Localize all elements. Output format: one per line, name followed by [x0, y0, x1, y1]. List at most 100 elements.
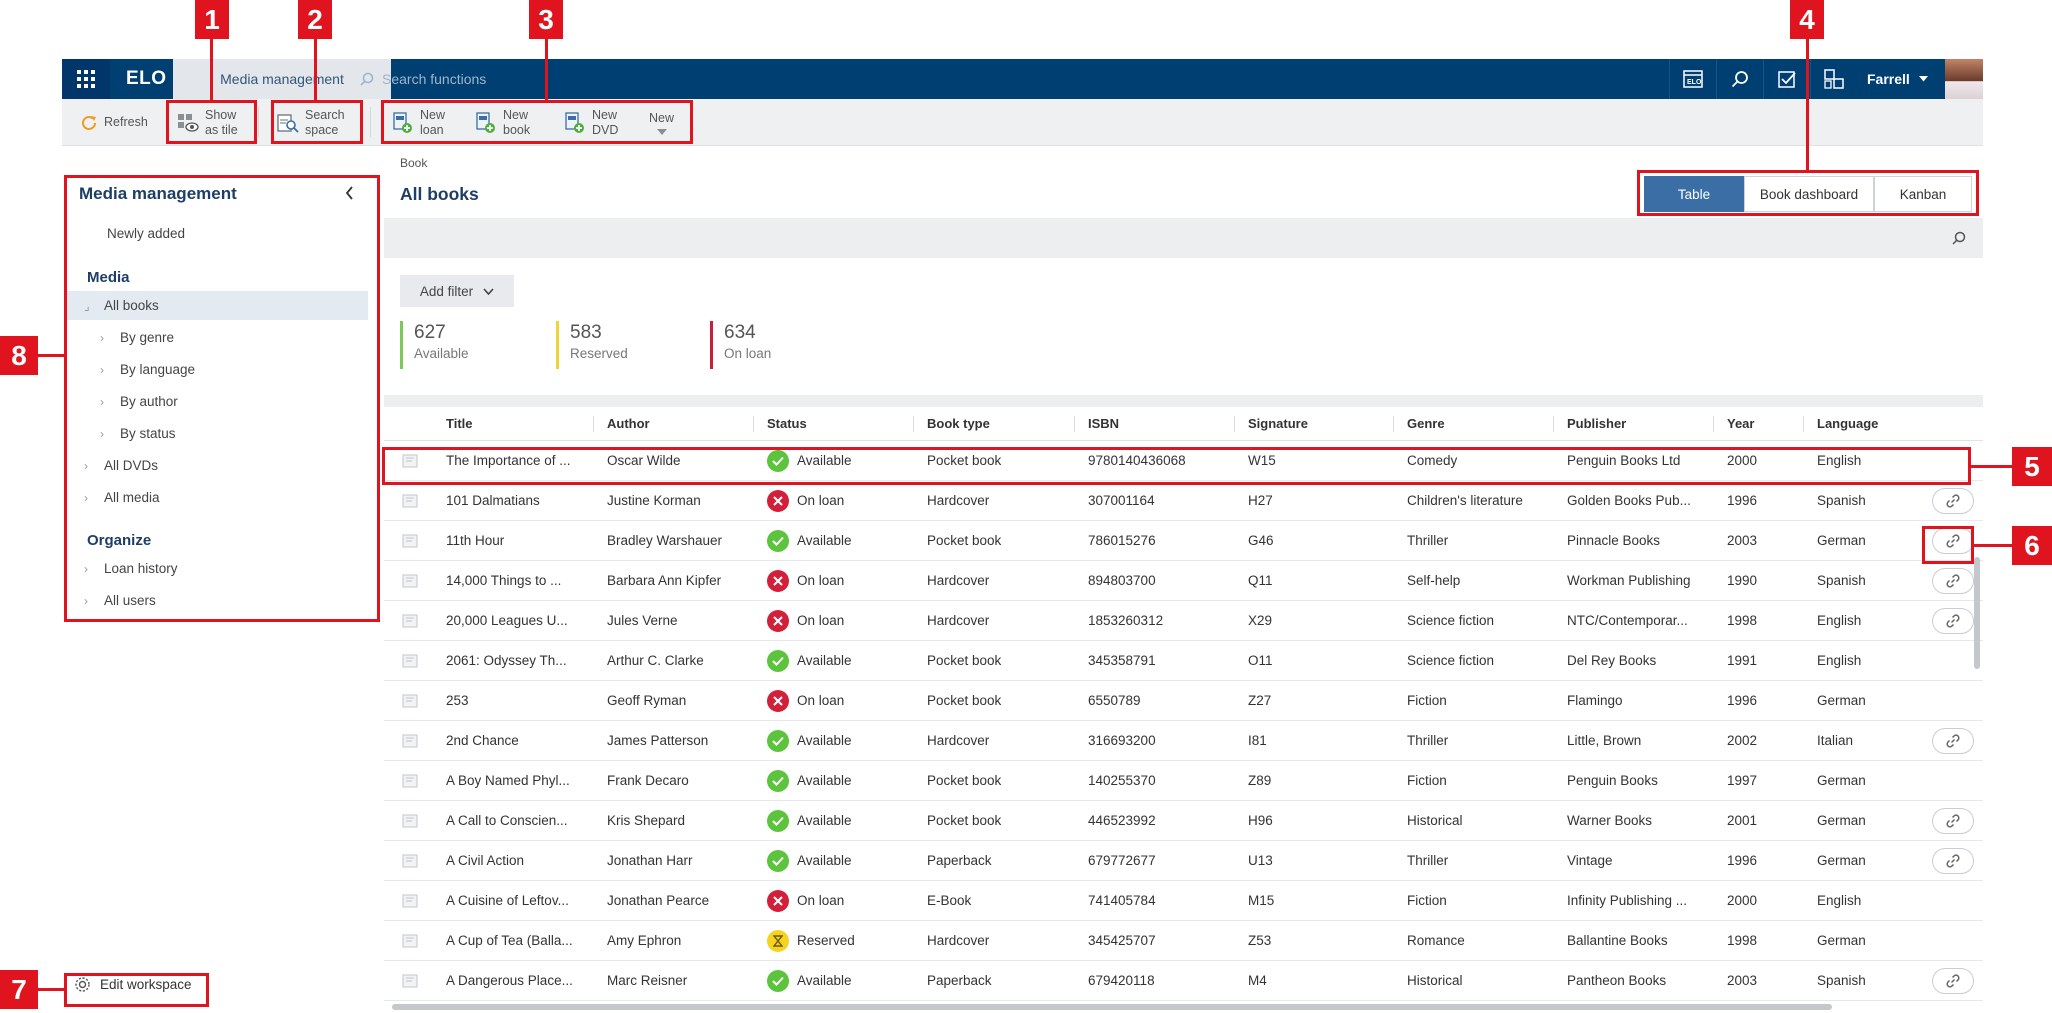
cell-type: Hardcover [927, 733, 990, 748]
available-check-icon [767, 730, 789, 752]
table-row[interactable]: A Cuisine of Leftov... Jonathan Pearce On … [384, 881, 1983, 921]
avatar[interactable] [1945, 59, 1983, 99]
search-icon[interactable] [1952, 231, 1966, 245]
cell-author: Jonathan Pearce [607, 893, 710, 908]
table-row[interactable]: 2061: Odyssey Th... Arthur C. Clarke Avail… [384, 641, 1983, 681]
cell-lang: Italian [1817, 733, 1854, 748]
kpi-reserved[interactable]: 583 Reserved [556, 321, 628, 369]
cell-sig: I81 [1248, 733, 1267, 748]
search-icon[interactable] [1716, 59, 1763, 99]
cell-title: A Boy Named Phyl... [446, 773, 570, 788]
cell-year: 1990 [1727, 573, 1758, 588]
link-icon [1946, 854, 1960, 868]
table-row[interactable]: 253 Geoff Ryman On loan Pocket book 6550789 Z… [384, 681, 1983, 721]
table-row[interactable]: A Civil Action Jonathan Harr Available Pape… [384, 841, 1983, 881]
on-loan-x-icon [767, 490, 789, 512]
cell-isbn: 786015276 [1088, 533, 1156, 548]
column-header-book-type[interactable]: Book type [927, 407, 990, 441]
cell-publisher: Golden Books Pub... [1567, 493, 1691, 508]
table-row[interactable]: 14,000 Things to ... Barbara Ann Kipfer On… [384, 561, 1983, 601]
cell-genre: Thriller [1407, 533, 1449, 548]
column-header-year[interactable]: Year [1727, 407, 1754, 441]
table-row[interactable]: A Cup of Tea (Balla... Amy Ephron Reserved… [384, 921, 1983, 961]
status-cell: Available [767, 841, 907, 881]
link-button[interactable] [1932, 968, 1974, 994]
book-icon [402, 774, 418, 788]
table-row[interactable]: 20,000 Leagues U... Jules Verne On loan Har… [384, 601, 1983, 641]
cell-isbn: 307001164 [1088, 493, 1155, 508]
top-bar: ELO Media management Search functions EL… [62, 59, 1983, 99]
callout-badge-1: 1 [195, 0, 229, 39]
apps-grid-icon[interactable] [62, 59, 110, 99]
cell-sig: M4 [1248, 973, 1267, 988]
cell-publisher: Workman Publishing [1567, 573, 1691, 588]
cell-genre: Children's literature [1407, 493, 1523, 508]
cell-type: Paperback [927, 853, 992, 868]
elo-app-icon[interactable]: ELO [1669, 59, 1716, 99]
add-filter-button[interactable]: Add filter [400, 275, 514, 307]
cell-lang: German [1817, 933, 1866, 948]
breadcrumb[interactable]: Book [400, 156, 427, 170]
table-row[interactable]: A Boy Named Phyl... Frank Decaro Available… [384, 761, 1983, 801]
cell-year: 1998 [1727, 933, 1758, 948]
link-button[interactable] [1932, 808, 1974, 834]
tab-media-management[interactable]: Media management [173, 59, 391, 99]
column-header-publisher[interactable]: Publisher [1567, 407, 1626, 441]
kpi-available[interactable]: 627 Available [400, 321, 469, 369]
table-row[interactable]: 2nd Chance James Patterson Available Hardco… [384, 721, 1983, 761]
table-row[interactable]: 101 Dalmatians Justine Korman On loan Hardc… [384, 481, 1983, 521]
cell-year: 2001 [1727, 813, 1758, 828]
column-header-status[interactable]: Status [767, 407, 807, 441]
column-header-signature[interactable]: Signature [1248, 407, 1308, 441]
book-icon [402, 894, 418, 908]
vertical-scrollbar[interactable] [1974, 557, 1980, 669]
cell-genre: Fiction [1407, 773, 1447, 788]
divider [384, 395, 1983, 407]
table-row[interactable]: A Call to Conscien... Kris Shepard Availab… [384, 801, 1983, 841]
cell-lang: German [1817, 853, 1866, 868]
available-check-icon [767, 850, 789, 872]
column-header-title[interactable]: Title [446, 407, 473, 441]
cell-author: Geoff Ryman [607, 693, 687, 708]
kpi-on-loan[interactable]: 634 On loan [710, 321, 771, 369]
cell-genre: Thriller [1407, 733, 1449, 748]
user-menu[interactable]: Farrell [1867, 59, 1928, 99]
cell-year: 2000 [1727, 893, 1758, 908]
cell-lang: German [1817, 773, 1866, 788]
table-row[interactable]: A Dangerous Place... Marc Reisner Availabl… [384, 961, 1983, 1001]
cell-sig: Z89 [1248, 773, 1272, 788]
link-button[interactable] [1932, 848, 1974, 874]
cell-year: 2003 [1727, 973, 1758, 988]
search-icon [360, 72, 374, 86]
link-icon [1946, 974, 1960, 988]
link-button[interactable] [1932, 608, 1974, 634]
book-icon [402, 534, 418, 548]
search-functions[interactable]: Search functions [360, 59, 780, 99]
status-cell: Available [767, 521, 907, 561]
link-button[interactable] [1932, 568, 1974, 594]
status-cell: Reserved [767, 921, 907, 961]
column-header-author[interactable]: Author [607, 407, 650, 441]
refresh-button[interactable]: Refresh [80, 99, 148, 146]
column-header-language[interactable]: Language [1817, 407, 1878, 441]
workspace-switch-icon[interactable] [1810, 59, 1857, 99]
column-header-isbn[interactable]: ISBN [1088, 407, 1119, 441]
cell-year: 1996 [1727, 853, 1758, 868]
link-button[interactable] [1932, 488, 1974, 514]
column-header-genre[interactable]: Genre [1407, 407, 1445, 441]
cell-author: Jonathan Harr [607, 853, 693, 868]
table-row[interactable]: 11th Hour Bradley Warshauer Available Pocke… [384, 521, 1983, 561]
callout-box-8 [64, 175, 380, 622]
cell-author: James Patterson [607, 733, 709, 748]
horizontal-scrollbar[interactable] [392, 1004, 1832, 1010]
cell-author: Arthur C. Clarke [607, 653, 704, 668]
cell-title: 14,000 Things to ... [446, 573, 562, 588]
callout-badge-6: 6 [2012, 526, 2052, 565]
cell-genre: Science fiction [1407, 653, 1495, 668]
cell-author: Justine Korman [607, 493, 701, 508]
link-button[interactable] [1932, 728, 1974, 754]
cell-type: Pocket book [927, 693, 1002, 708]
cell-genre: Fiction [1407, 693, 1447, 708]
tasks-checkbox-icon[interactable] [1763, 59, 1810, 99]
cell-year: 1997 [1727, 773, 1758, 788]
